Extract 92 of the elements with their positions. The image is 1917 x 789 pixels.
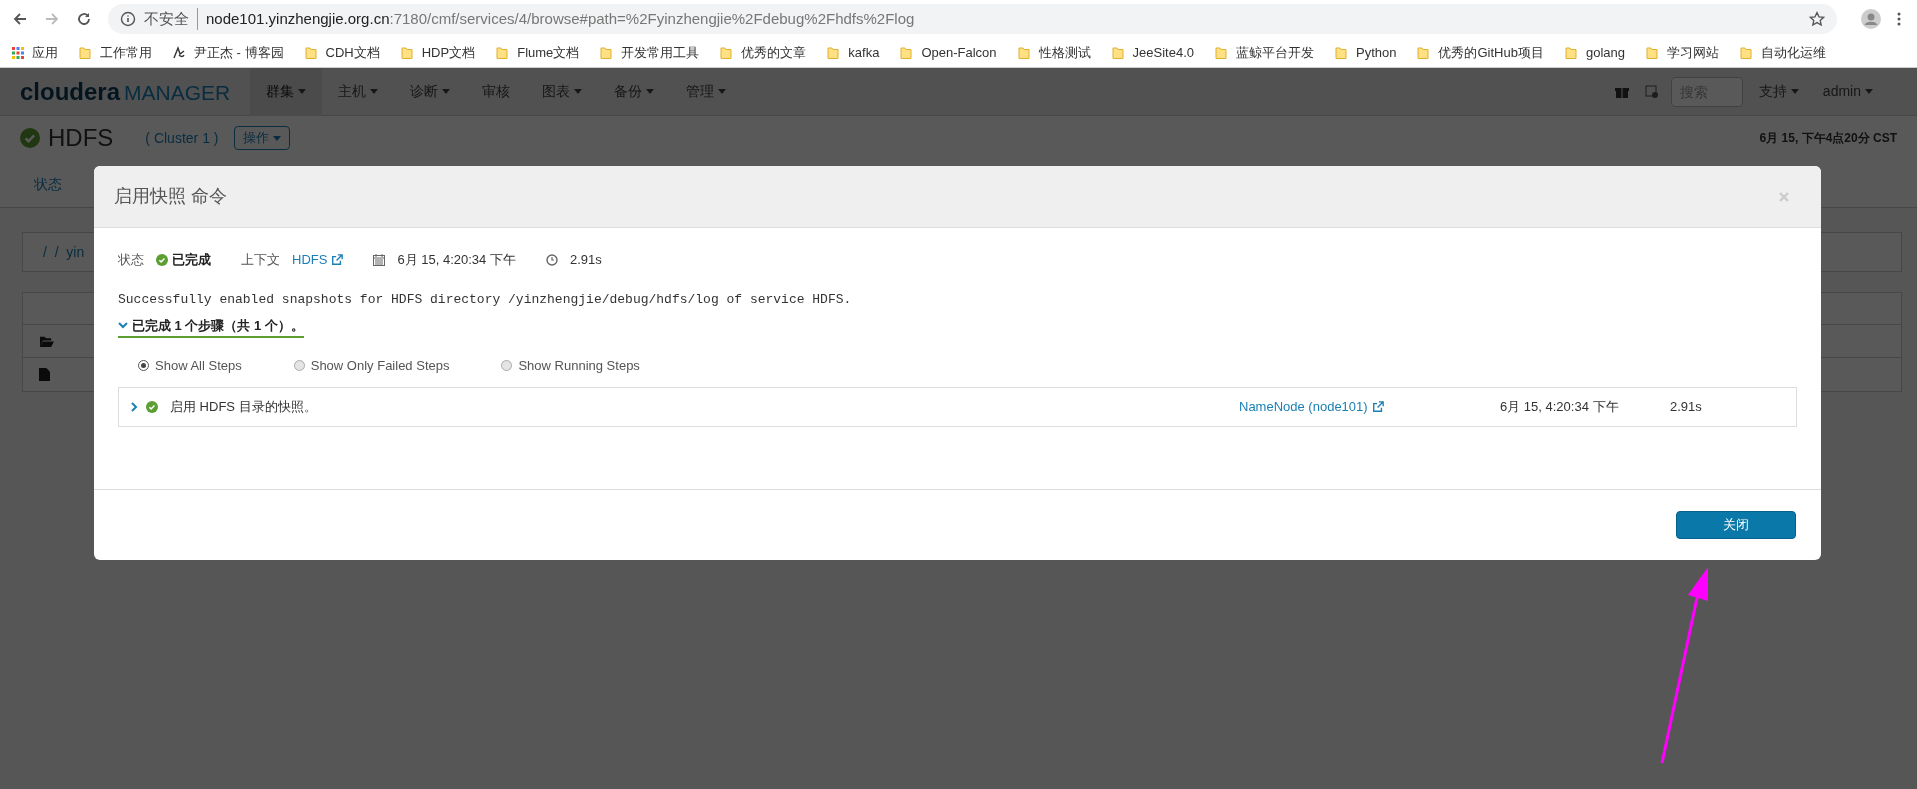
caret-icon: [1790, 89, 1799, 94]
folder-icon: [1334, 45, 1348, 60]
url-host: node101.yinzhengjie.org.cn: [206, 8, 390, 29]
step-filter-label[interactable]: Show Running Steps: [518, 356, 640, 376]
bookmark[interactable]: JeeSite4.0: [1110, 42, 1194, 63]
caret-icon: [718, 89, 727, 94]
bookmark[interactable]: 蓝鲸平台开发: [1214, 42, 1314, 63]
folder-icon: [1563, 45, 1578, 60]
menu-icon[interactable]: [1897, 11, 1901, 27]
folder-icon: [1416, 45, 1431, 60]
folder-icon: [303, 45, 318, 60]
address-bar[interactable]: 不安全 node101.yinzhengjie.org.cn:7180/cmf/services/4/browse#path=%2Fyinzhengjie%2Fdebug%2Fhdfs%2Flog: [108, 4, 1837, 34]
context-link[interactable]: HDFS: [292, 250, 344, 270]
status-ok-icon: [156, 254, 168, 266]
status-ok-icon: [20, 128, 40, 148]
back-icon[interactable]: [12, 11, 28, 27]
external-link-icon: [331, 254, 344, 266]
folder-icon: [78, 45, 92, 60]
status-ok-icon: [146, 400, 158, 413]
folder-icon: [1016, 45, 1031, 60]
apps-grid-icon: [12, 46, 24, 59]
folder-icon: [719, 45, 734, 60]
caret-icon: [574, 89, 583, 94]
chevron-right-icon[interactable]: [131, 401, 138, 412]
bookmark[interactable]: 自动化运维: [1739, 42, 1826, 63]
step-duration: 2.91s: [1670, 397, 1702, 416]
bookmark[interactable]: kafka: [826, 42, 880, 63]
bookmark[interactable]: Open-Falcon: [899, 42, 997, 63]
radio-button[interactable]: [138, 360, 149, 372]
bookmark[interactable]: golang: [1563, 42, 1625, 63]
caret-icon: [442, 89, 451, 94]
caret-icon: [1865, 89, 1873, 94]
duration: 2.91s: [569, 251, 602, 270]
profile-icon[interactable]: [1861, 9, 1881, 29]
caret-icon: [370, 89, 379, 94]
star-icon[interactable]: [1809, 11, 1825, 27]
role-link[interactable]: NameNode (node101): [1239, 396, 1500, 417]
folder-icon: [399, 45, 414, 60]
bookmark[interactable]: Flume文档: [495, 42, 580, 63]
timestamp: 6月 15, 下午4点20分 CST: [1759, 130, 1897, 147]
folder-icon: [899, 45, 914, 60]
step-row[interactable]: 启用 HDFS 目录的快照。 NameNode (node101) 6月 15, 4:20:34 下午 2.91s: [118, 386, 1797, 427]
caret-icon: [646, 89, 655, 94]
caret-icon: [273, 135, 282, 141]
folder-icon: [599, 45, 614, 60]
status-label: 状态: [118, 251, 144, 270]
forward-icon[interactable]: [44, 11, 60, 27]
folder-icon: [1110, 45, 1125, 60]
bookmark[interactable]: 优秀的文章: [719, 42, 807, 63]
step-time: 6月 15, 4:20:34 下午: [1500, 398, 1619, 414]
bookmark[interactable]: 工作常用: [78, 42, 152, 63]
radio-button[interactable]: [293, 360, 305, 372]
bookmark[interactable]: CDH文档: [303, 42, 380, 63]
bookmark[interactable]: 学习网站: [1645, 42, 1719, 63]
bookmark[interactable]: 性格测试: [1016, 42, 1091, 63]
folder-icon: [1739, 45, 1753, 60]
caret-icon: [298, 89, 307, 94]
security-label: 不安全: [144, 7, 198, 31]
bookmark[interactable]: Python: [1334, 42, 1397, 63]
result-message: Successfully enabled snapshots for HDFS directory /yinzhengjie/debug/hdfs/log of service HDFS.: [118, 291, 853, 309]
bookmark[interactable]: 应用: [12, 42, 58, 63]
dialog-title: 启用快照 命令: [114, 185, 227, 208]
folder-icon: [826, 45, 841, 60]
step-filter-label[interactable]: Show All Steps: [155, 356, 242, 376]
radio-button[interactable]: [501, 360, 513, 372]
bookmark[interactable]: 尹正杰 - 博客园: [172, 42, 284, 63]
step-name: 启用 HDFS 目录的快照。: [170, 397, 318, 416]
context-label: 上下文: [241, 251, 280, 270]
bookmark[interactable]: HDP文档: [399, 42, 476, 63]
steps-summary-toggle[interactable]: 已完成 1 个步骤（共 1 个）。: [118, 315, 304, 338]
service-title: HDFS: [48, 123, 114, 153]
bookmark[interactable]: 开发常用工具: [599, 42, 700, 63]
clock-icon: [545, 254, 558, 266]
step-filter-label[interactable]: Show Only Failed Steps: [310, 356, 450, 376]
bookmark[interactable]: 优秀的GitHub项目: [1416, 42, 1544, 63]
file-icon: [39, 368, 50, 381]
site-logo-icon: [172, 45, 186, 60]
folder-icon: [1645, 45, 1659, 60]
url-path: :7180/cmf/services/4/browse#path=%2Fyinzhengjie%2Fdebug%2Fhdfs%2Flog: [389, 8, 915, 29]
chevron-down-icon: [118, 321, 128, 329]
folder-icon: [39, 334, 54, 348]
status-value: 已完成: [172, 251, 211, 270]
folder-icon: [495, 45, 510, 60]
external-link-icon: [1371, 400, 1384, 413]
folder-icon: [1214, 45, 1228, 60]
tasks-icon[interactable]: [1644, 84, 1659, 99]
cloudera-logo: cloudera MANAGER: [20, 76, 231, 107]
start-time: 6月 15, 4:20:34 下午: [397, 251, 516, 270]
info-icon: [120, 11, 136, 27]
close-button[interactable]: 关闭: [1676, 510, 1796, 539]
calendar-icon: [373, 254, 386, 266]
reload-icon[interactable]: [76, 11, 92, 27]
